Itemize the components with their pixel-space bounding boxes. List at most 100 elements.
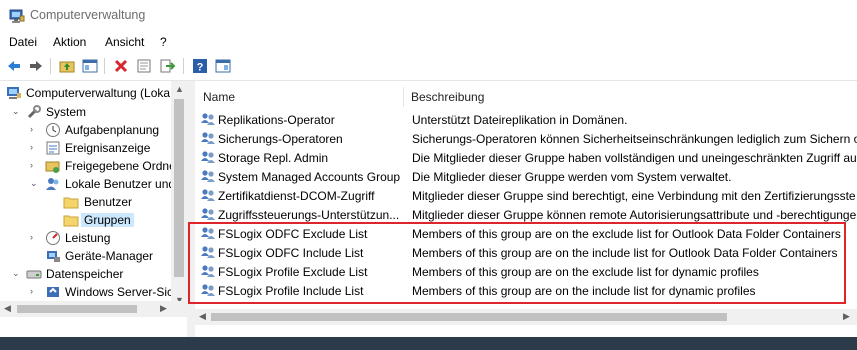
folder-icon: [63, 194, 79, 210]
group-icon: [200, 130, 216, 146]
backup-icon: [45, 284, 61, 300]
group-icon: [200, 149, 216, 165]
scroll-right-icon[interactable]: ▶: [160, 303, 167, 314]
tree-item-freigegebene-ordner[interactable]: › Freigegebene Ordne: [0, 157, 176, 175]
scroll-left-icon[interactable]: ◀: [4, 303, 11, 314]
toolbar-separator: [104, 58, 105, 74]
list-row[interactable]: Zertifikatdienst-DCOM-Zugriff Mitglieder…: [195, 186, 857, 205]
menu-datei[interactable]: Datei: [9, 35, 37, 49]
group-icon: [200, 206, 216, 222]
tree-label: Geräte-Manager: [65, 249, 154, 263]
title-bar: Computerverwaltung: [0, 0, 857, 31]
back-icon[interactable]: [5, 57, 23, 75]
group-name: Zugriffssteuerungs-Unterstützun...: [218, 208, 400, 222]
chevron-right-icon[interactable]: ›: [30, 142, 40, 152]
event-viewer-icon: [45, 140, 61, 156]
group-description: Mitglieder dieser Gruppe sind berechtigt…: [412, 189, 856, 203]
menu-help[interactable]: ?: [160, 35, 167, 49]
svg-text:?: ?: [197, 62, 204, 74]
tree-item-leistung[interactable]: › Leistung: [0, 229, 171, 247]
highlight-box: [188, 222, 846, 304]
tree-label: Benutzer: [84, 195, 133, 209]
tree-item-system[interactable]: ⌄ System: [0, 103, 171, 121]
group-icon: [200, 187, 216, 203]
column-header-description[interactable]: Beschreibung: [411, 90, 484, 104]
chevron-right-icon[interactable]: ›: [30, 286, 40, 296]
column-header-name[interactable]: Name: [203, 90, 235, 104]
group-icon: [200, 168, 216, 184]
list-row[interactable]: Sicherungs-Operatoren Sicherungs-Operato…: [195, 129, 857, 148]
chevron-down-icon[interactable]: ⌄: [12, 268, 22, 278]
tree-label: Gruppen: [81, 213, 134, 227]
tree-label: Ereignisanzeige: [65, 141, 151, 155]
tree-item-geraete-manager[interactable]: Geräte-Manager: [0, 247, 171, 265]
scroll-right-icon[interactable]: ▶: [843, 311, 850, 322]
tree-vertical-scrollbar[interactable]: ▲ ▼: [171, 81, 187, 309]
chevron-right-icon[interactable]: ›: [30, 124, 40, 134]
window-title: Computerverwaltung: [30, 8, 146, 22]
computer-icon: [6, 85, 22, 101]
menu-aktion[interactable]: Aktion: [53, 35, 86, 49]
tree-item-ereignisanzeige[interactable]: › Ereignisanzeige: [0, 139, 171, 157]
help-icon[interactable]: ?: [191, 57, 209, 75]
up-folder-icon[interactable]: [58, 57, 76, 75]
tree-label: Datenspeicher: [46, 267, 124, 281]
list-horizontal-scrollbar[interactable]: ◀ ▶: [195, 309, 857, 325]
tree-horizontal-scrollbar[interactable]: ◀ ▶: [0, 301, 187, 317]
group-description: Unterstützt Dateireplikation in Domänen.: [412, 113, 628, 127]
tree-item-windows-server-sicherung[interactable]: › Windows Server-Sich: [0, 283, 180, 301]
list-header: Name Beschreibung: [195, 87, 857, 107]
performance-icon: [45, 230, 61, 246]
tree-label: Aufgabenplanung: [65, 123, 160, 137]
tree-item-lokale-benutzer[interactable]: ⌄ Lokale Benutzer und: [0, 175, 175, 193]
scrollbar-thumb[interactable]: [17, 305, 137, 313]
forward-icon[interactable]: [27, 57, 45, 75]
tree-label: Computerverwaltung (Loka: [26, 86, 171, 100]
group-description: Die Mitglieder dieser Gruppe werden vom …: [412, 170, 732, 184]
properties-icon[interactable]: [135, 57, 153, 75]
chevron-down-icon[interactable]: ⌄: [12, 106, 22, 116]
list-row[interactable]: Storage Repl. Admin Die Mitglieder diese…: [195, 148, 857, 167]
chevron-right-icon[interactable]: ›: [30, 232, 40, 242]
shared-folder-icon: [45, 158, 61, 174]
chevron-right-icon[interactable]: ›: [30, 160, 40, 170]
scrollbar-thumb[interactable]: [211, 313, 727, 321]
tree-item-computerverwaltung[interactable]: Computerverwaltung (Loka: [0, 84, 171, 102]
group-description: Sicherungs-Operatoren können Sicherheits…: [412, 132, 857, 146]
group-icon: [200, 111, 216, 127]
tree-item-aufgabenplanung[interactable]: › Aufgabenplanung: [0, 121, 171, 139]
pane-splitter[interactable]: [187, 81, 195, 350]
list-row[interactable]: System Managed Accounts Group Die Mitgli…: [195, 167, 857, 186]
chevron-down-icon[interactable]: ⌄: [30, 178, 40, 188]
scroll-up-icon[interactable]: ▲: [175, 84, 184, 94]
tree-label: Leistung: [65, 231, 111, 245]
list-row[interactable]: Replikations-Operator Unterstützt Dateir…: [195, 110, 857, 129]
action-pane-icon[interactable]: [214, 57, 232, 75]
toolbar-separator: [183, 58, 184, 74]
column-divider[interactable]: [403, 87, 404, 107]
tree-label: Lokale Benutzer und: [65, 177, 176, 191]
group-description: Mitglieder dieser Gruppe können remote A…: [412, 208, 857, 222]
menu-ansicht[interactable]: Ansicht: [105, 35, 144, 49]
computer-management-icon: [9, 8, 25, 27]
group-name: Sicherungs-Operatoren: [218, 132, 343, 146]
toolbar-separator: [50, 58, 51, 74]
tree-label: Windows Server-Sich: [65, 285, 180, 299]
tools-icon: [26, 104, 42, 120]
group-description: Die Mitglieder dieser Gruppe haben volls…: [412, 151, 857, 165]
group-name: Replikations-Operator: [218, 113, 335, 127]
taskbar: [0, 337, 857, 350]
delete-icon[interactable]: [112, 57, 130, 75]
tree-item-gruppen[interactable]: Gruppen: [0, 211, 171, 229]
show-hide-tree-icon[interactable]: [81, 57, 99, 75]
toolbar: ?: [0, 53, 857, 81]
tree-item-benutzer[interactable]: Benutzer: [0, 193, 171, 211]
export-icon[interactable]: [158, 57, 176, 75]
scroll-left-icon[interactable]: ◀: [199, 311, 206, 322]
tree-label: System: [46, 105, 87, 119]
device-manager-icon: [45, 248, 61, 264]
scrollbar-thumb[interactable]: [174, 99, 184, 277]
tree-item-datenspeicher[interactable]: ⌄ Datenspeicher: [0, 265, 171, 283]
clock-icon: [45, 122, 61, 138]
users-icon: [45, 176, 61, 192]
